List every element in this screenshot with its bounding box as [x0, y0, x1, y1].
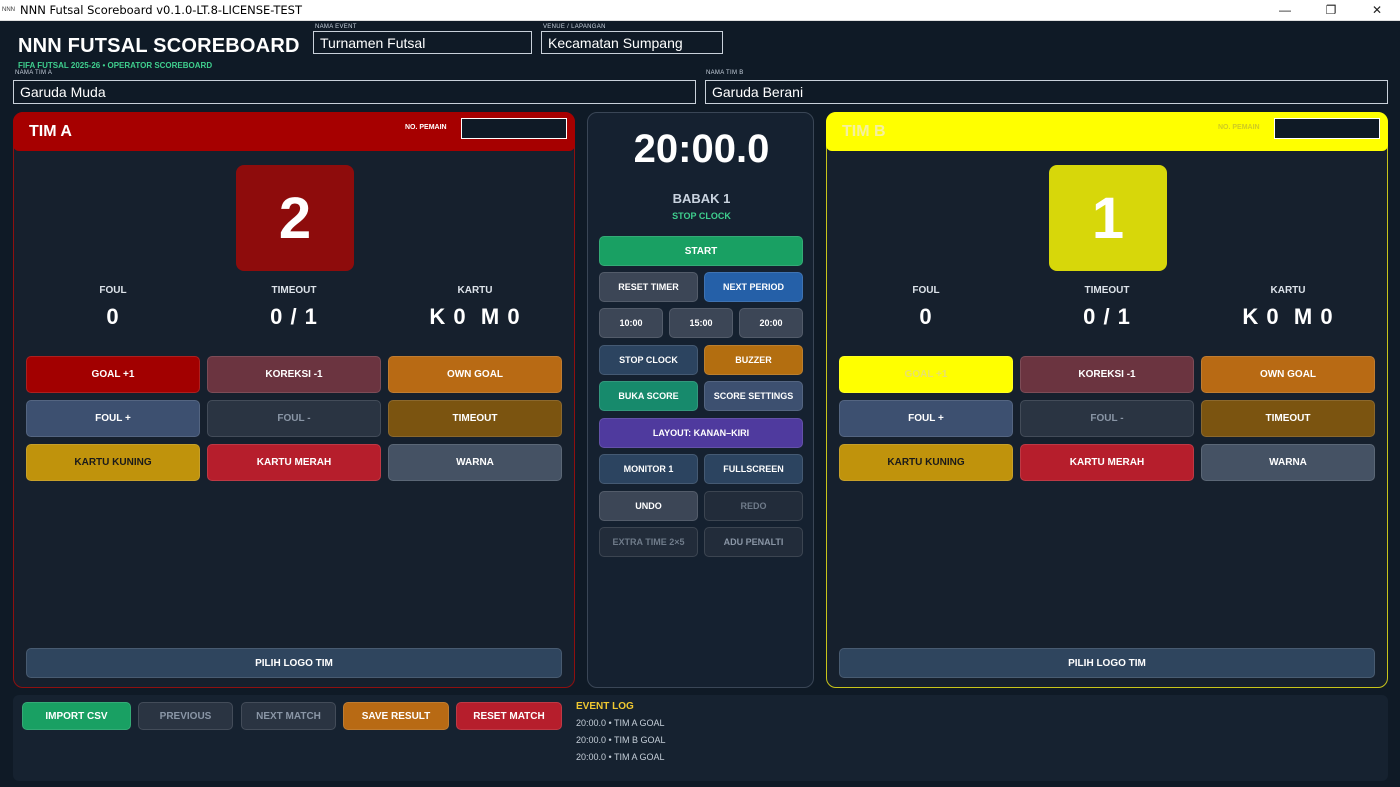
restore-icon[interactable]: ❐ [1308, 0, 1354, 21]
app-root: NNN FUTSAL SCOREBOARD FIFA FUTSAL 2025-2… [0, 21, 1400, 787]
buzzer-button[interactable]: BUZZER [704, 345, 803, 375]
team-b-name-label: NAMA TIM B [706, 70, 744, 76]
app-icon: NNN [2, 7, 15, 13]
venue-label: VENUE / LAPANGAN [543, 24, 606, 30]
reset-match-button[interactable]: RESET MATCH [456, 702, 562, 730]
layout-button[interactable]: LAYOUT: KANAN–KIRI [599, 418, 803, 448]
event-log-title: EVENT LOG [576, 701, 634, 712]
team-b-score: 1 [1049, 165, 1167, 271]
team-a-foul-plus-button[interactable]: FOUL + [26, 400, 200, 437]
match-footer: IMPORT CSV PREVIOUS NEXT MATCH SAVE RESU… [13, 695, 1388, 781]
team-b-color-button[interactable]: WARNA [1201, 444, 1375, 481]
window-title: NNN Futsal Scoreboard v0.1.0-LT.8-LICENS… [20, 3, 303, 17]
team-b-goal-button[interactable]: GOAL +1 [839, 356, 1013, 393]
next-period-button[interactable]: NEXT PERIOD [704, 272, 803, 302]
team-a-yellow-card-button[interactable]: KARTU KUNING [26, 444, 200, 481]
team-b-foul-value: 0 [919, 304, 933, 329]
event-log-item: 20:00.0 • TIM B GOAL [576, 735, 666, 745]
team-b-player-no-input[interactable] [1274, 118, 1380, 139]
team-b-timeout-value: 0 / 1 [1083, 304, 1131, 329]
event-name-input[interactable]: Turnamen Futsal [313, 31, 532, 54]
previous-button[interactable]: PREVIOUS [138, 702, 233, 730]
timer-panel: 20:00.0 BABAK 1 STOP CLOCK START RESET T… [587, 112, 814, 688]
redo-button[interactable]: REDO [704, 491, 803, 521]
team-a-player-no-input[interactable] [461, 118, 567, 139]
close-icon[interactable]: ✕ [1354, 0, 1400, 21]
team-b-card-label: KARTU [1270, 285, 1306, 296]
preset-20-button[interactable]: 20:00 [739, 308, 803, 338]
team-a-name-input[interactable]: Garuda Muda [13, 80, 696, 104]
save-result-button[interactable]: SAVE RESULT [343, 702, 449, 730]
team-b-yellow-card-button[interactable]: KARTU KUNING [839, 444, 1013, 481]
penalty-button[interactable]: ADU PENALTI [704, 527, 803, 557]
team-a-own-goal-button[interactable]: OWN GOAL [388, 356, 562, 393]
team-a-foul-minus-button[interactable]: FOUL - [207, 400, 381, 437]
open-score-button[interactable]: BUKA SCORE [599, 381, 698, 411]
extra-time-button[interactable]: EXTRA TIME 2×5 [599, 527, 698, 557]
clock-state: STOP CLOCK [672, 211, 731, 221]
team-a-timeout-button[interactable]: TIMEOUT [388, 400, 562, 437]
team-b-title: TIM B [842, 122, 886, 140]
team-a-timeout-label: TIMEOUT [271, 285, 317, 296]
team-a-koreksi-button[interactable]: KOREKSI -1 [207, 356, 381, 393]
reset-timer-button[interactable]: RESET TIMER [599, 272, 698, 302]
event-log-item: 20:00.0 • TIM A GOAL [576, 752, 665, 762]
app-subtitle: FIFA FUTSAL 2025-26 • OPERATOR SCOREBOAR… [18, 61, 213, 70]
app-brand: NNN FUTSAL SCOREBOARD [18, 35, 300, 57]
team-b-koreksi-button[interactable]: KOREKSI -1 [1020, 356, 1194, 393]
event-log-item: 20:00.0 • TIM A GOAL [576, 718, 665, 728]
window-title-bar: NNN NNN Futsal Scoreboard v0.1.0-LT.8-LI… [0, 0, 1400, 21]
venue-input[interactable]: Kecamatan Sumpang [541, 31, 723, 54]
fullscreen-button[interactable]: FULLSCREEN [704, 454, 803, 484]
team-b-header: TIM B NO. PEMAIN [826, 112, 1388, 151]
team-a-title: TIM A [29, 122, 72, 140]
team-a-color-button[interactable]: WARNA [388, 444, 562, 481]
team-a-player-no-label: NO. PEMAIN [405, 124, 447, 131]
team-a-foul-value: 0 [106, 304, 120, 329]
team-a-card-value: K 0 M 0 [429, 304, 521, 329]
team-a-foul-label: FOUL [99, 285, 127, 296]
team-b-foul-label: FOUL [912, 285, 940, 296]
team-a-score: 2 [236, 165, 354, 271]
team-b-card-value: K 0 M 0 [1242, 304, 1334, 329]
team-a-logo-button[interactable]: PILIH LOGO TIM [26, 648, 562, 678]
team-b-red-card-button[interactable]: KARTU MERAH [1020, 444, 1194, 481]
team-b-player-no-label: NO. PEMAIN [1218, 124, 1260, 131]
team-a-name-label: NAMA TIM A [15, 70, 53, 76]
period-label: BABAK 1 [672, 191, 731, 206]
preset-15-button[interactable]: 15:00 [669, 308, 733, 338]
team-b-timeout-button[interactable]: TIMEOUT [1201, 400, 1375, 437]
import-csv-button[interactable]: IMPORT CSV [22, 702, 131, 730]
next-match-button[interactable]: NEXT MATCH [241, 702, 336, 730]
stop-clock-button[interactable]: STOP CLOCK [599, 345, 698, 375]
team-a-header: TIM A NO. PEMAIN [13, 112, 575, 151]
minimize-icon[interactable]: — [1262, 0, 1308, 21]
team-b-timeout-label: TIMEOUT [1084, 285, 1130, 296]
game-clock: 20:00.0 [633, 127, 770, 171]
undo-button[interactable]: UNDO [599, 491, 698, 521]
team-b-own-goal-button[interactable]: OWN GOAL [1201, 356, 1375, 393]
start-button[interactable]: START [599, 236, 803, 266]
preset-10-button[interactable]: 10:00 [599, 308, 663, 338]
team-a-timeout-value: 0 / 1 [270, 304, 318, 329]
monitor-button[interactable]: MONITOR 1 [599, 454, 698, 484]
score-settings-button[interactable]: SCORE SETTINGS [704, 381, 803, 411]
team-b-name-input[interactable]: Garuda Berani [705, 80, 1388, 104]
team-b-foul-minus-button[interactable]: FOUL - [1020, 400, 1194, 437]
team-a-panel: TIM A NO. PEMAIN 2 FOUL 0 TIMEOUT 0 / 1 … [13, 112, 575, 688]
event-name-label: NAMA EVENT [315, 24, 357, 30]
team-a-goal-button[interactable]: GOAL +1 [26, 356, 200, 393]
team-b-logo-button[interactable]: PILIH LOGO TIM [839, 648, 1375, 678]
team-b-panel: TIM B NO. PEMAIN 1 FOUL 0 TIMEOUT 0 / 1 … [826, 112, 1388, 688]
team-a-card-label: KARTU [457, 285, 493, 296]
team-a-red-card-button[interactable]: KARTU MERAH [207, 444, 381, 481]
team-b-foul-plus-button[interactable]: FOUL + [839, 400, 1013, 437]
